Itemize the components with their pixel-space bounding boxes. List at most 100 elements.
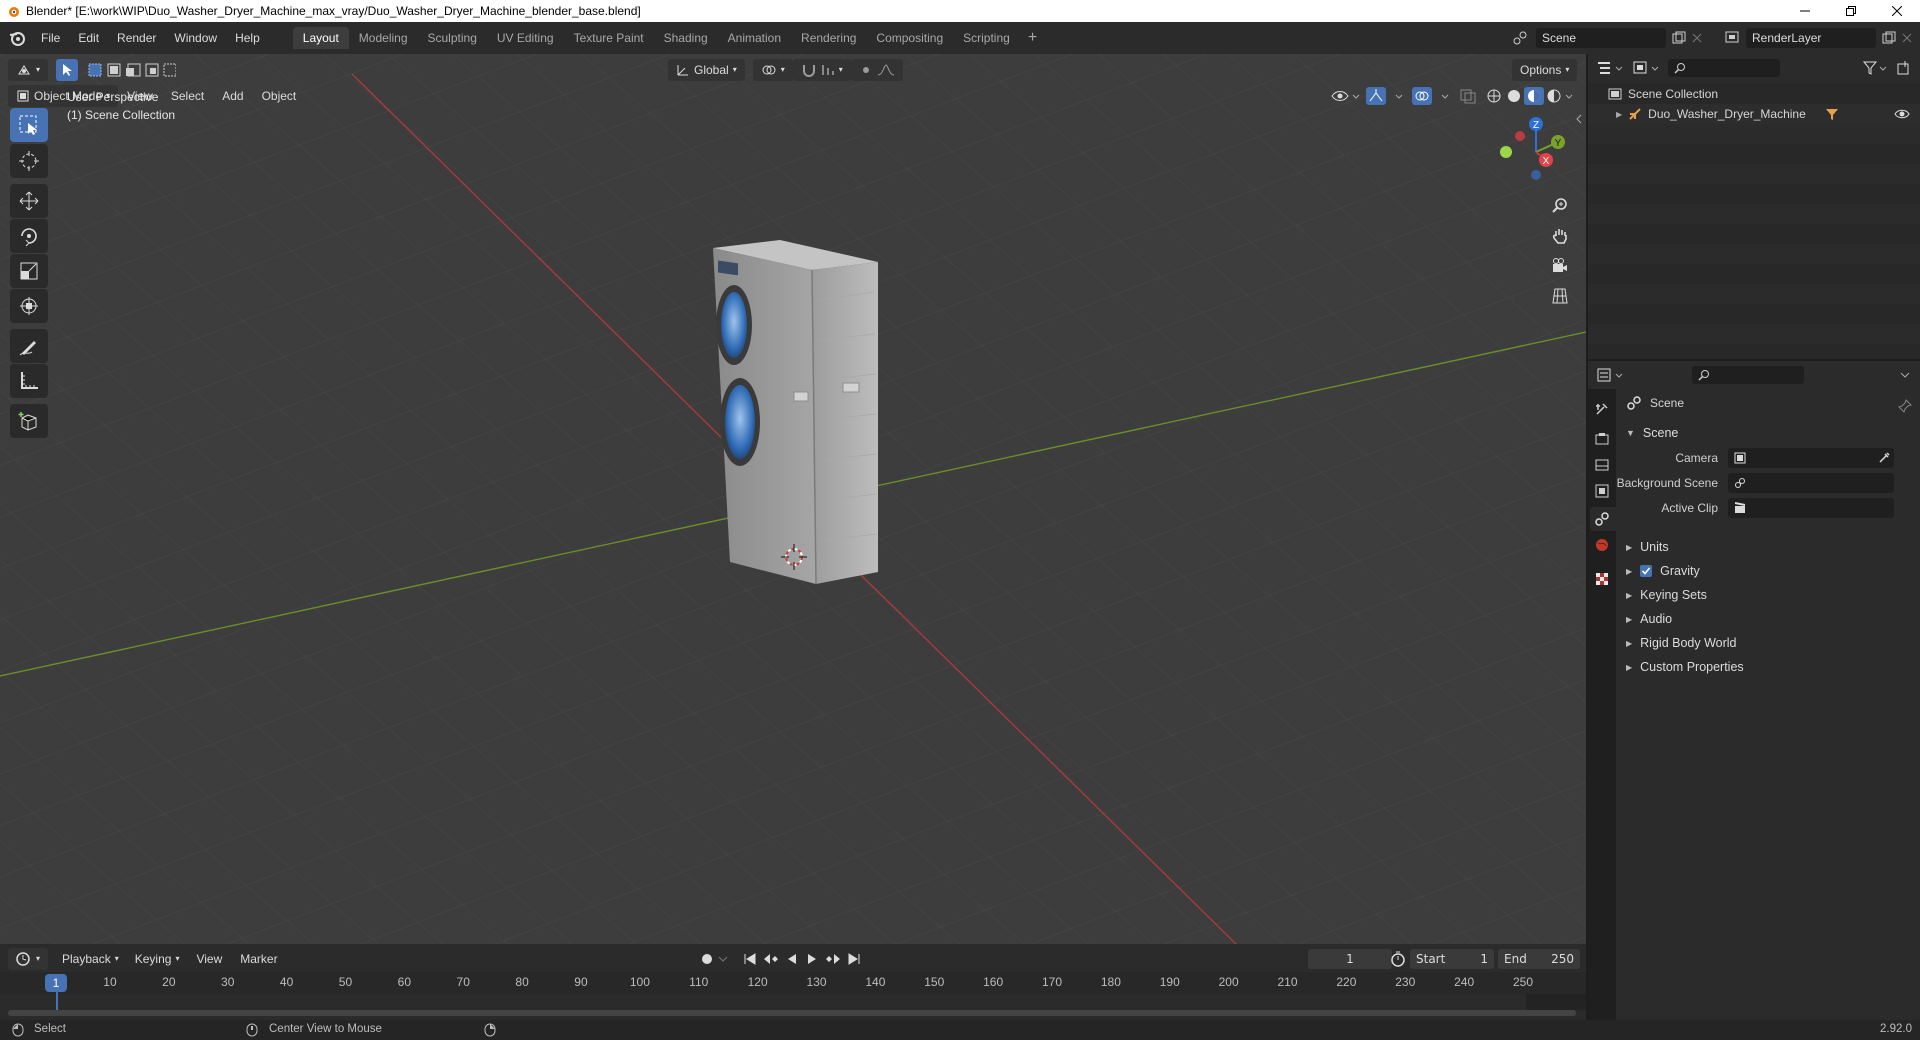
eyedropper-icon[interactable] xyxy=(1878,452,1890,464)
gizmo-neg-z-ball[interactable] xyxy=(1531,170,1541,180)
record-icon[interactable] xyxy=(700,952,714,966)
visibility-eye-icon[interactable] xyxy=(1894,107,1910,121)
proportional-edit-dropdown[interactable] xyxy=(850,59,903,81)
tab-shading[interactable]: Shading xyxy=(654,27,718,49)
panel-keying-sets[interactable]: ▶ Keying Sets xyxy=(1626,583,1707,607)
record-options-chevron-icon[interactable] xyxy=(718,954,728,964)
timeline-marker-menu[interactable]: Marker xyxy=(231,943,286,975)
add-workspace-button[interactable]: + xyxy=(1020,29,1045,47)
visibility-dropdown-icon[interactable] xyxy=(1330,87,1360,105)
xray-toggle-icon[interactable] xyxy=(1458,87,1478,105)
transform-orientation-dropdown[interactable]: Global ▾ xyxy=(668,59,745,81)
play-icon[interactable] xyxy=(804,952,820,966)
menu-help[interactable]: Help xyxy=(226,22,269,54)
pivot-point-dropdown[interactable]: ▾ xyxy=(752,59,793,81)
render-layer-selector[interactable]: RenderLayer xyxy=(1746,28,1876,48)
render-tab-icon[interactable] xyxy=(1594,431,1610,447)
cursor-tool[interactable] xyxy=(10,144,48,178)
jump-start-icon[interactable] xyxy=(742,952,758,966)
selection-mode-icons[interactable] xyxy=(88,62,177,78)
tab-uv-editing[interactable]: UV Editing xyxy=(487,27,564,49)
current-frame-field[interactable]: 1 xyxy=(1308,949,1392,969)
properties-editor-type-icon[interactable] xyxy=(1596,367,1626,383)
snap-dropdown[interactable]: ▾ xyxy=(792,59,851,81)
stopwatch-icon[interactable] xyxy=(1390,951,1406,967)
panel-rigid-body-world[interactable]: ▶ Rigid Body World xyxy=(1626,631,1737,655)
editor-type-button[interactable]: ▾ xyxy=(8,59,49,81)
playback-menu[interactable]: Playback ▾ xyxy=(54,948,127,970)
menu-edit[interactable]: Edit xyxy=(69,22,108,54)
timeline-editor-type-button[interactable]: ▾ xyxy=(8,948,49,970)
transform-tool[interactable] xyxy=(10,289,48,323)
tab-rendering[interactable]: Rendering xyxy=(791,27,866,49)
play-reverse-icon[interactable] xyxy=(784,952,800,966)
gravity-checkbox[interactable] xyxy=(1640,565,1653,577)
camera-view-button[interactable] xyxy=(1546,252,1574,280)
outliner-row-scene-collection[interactable]: Scene Collection xyxy=(1588,84,1920,104)
select-box-tool[interactable] xyxy=(10,108,48,142)
display-mode-icon[interactable] xyxy=(1632,60,1662,76)
background-scene-field[interactable] xyxy=(1728,473,1894,493)
panel-units[interactable]: ▶ Units xyxy=(1626,535,1669,559)
view-layer-icon[interactable] xyxy=(1724,30,1740,46)
sidebar-toggle-icon[interactable] xyxy=(1574,114,1584,124)
tab-animation[interactable]: Animation xyxy=(718,27,791,49)
menu-render[interactable]: Render xyxy=(108,22,165,54)
world-tab-icon[interactable] xyxy=(1594,537,1610,553)
end-frame-field[interactable]: End 250 xyxy=(1498,949,1580,969)
remove-scene-icon[interactable] xyxy=(1692,33,1702,43)
add-cube-tool[interactable] xyxy=(10,404,48,438)
pan-button[interactable] xyxy=(1546,222,1574,250)
minimize-button[interactable] xyxy=(1782,0,1828,22)
panel-custom-properties[interactable]: ▶ Custom Properties xyxy=(1626,655,1744,679)
timeline-scrollbar[interactable] xyxy=(8,1010,1576,1016)
panel-gravity[interactable]: ▶ Gravity xyxy=(1626,559,1700,583)
viewport-menu-object[interactable]: Object xyxy=(253,80,306,112)
restore-button[interactable] xyxy=(1828,0,1874,22)
move-tool[interactable] xyxy=(10,184,48,218)
panel-scene-header[interactable]: ▼ Scene xyxy=(1626,421,1678,445)
prev-keyframe-icon[interactable] xyxy=(762,952,780,966)
gizmo-toggle-icon[interactable] xyxy=(1366,87,1406,105)
tab-layout[interactable]: Layout xyxy=(292,27,349,49)
new-collection-icon[interactable] xyxy=(1896,60,1912,76)
next-keyframe-icon[interactable] xyxy=(824,952,842,966)
timeline-ruler[interactable]: 1102030405060708090100110120130140150160… xyxy=(0,972,1586,994)
pin-icon[interactable] xyxy=(1898,399,1912,413)
timeline-view-menu[interactable]: View xyxy=(187,943,231,975)
tab-scripting[interactable]: Scripting xyxy=(953,27,1020,49)
viewport-menu-add[interactable]: Add xyxy=(213,80,252,112)
3d-viewport[interactable]: ▾ Global ▾ ▾ ▾ Options ▾ Object Mode ▾ View… xyxy=(0,54,1586,944)
active-clip-field[interactable] xyxy=(1728,498,1894,518)
gizmo-neg-y-ball[interactable] xyxy=(1500,146,1512,158)
rotate-tool[interactable] xyxy=(10,219,48,253)
shading-mode-icons[interactable] xyxy=(1484,87,1576,105)
navigation-gizmo[interactable]: Z Y X xyxy=(1490,112,1570,192)
annotate-tool[interactable] xyxy=(10,329,48,363)
scene-icon[interactable] xyxy=(1512,30,1528,46)
camera-field[interactable] xyxy=(1728,448,1894,468)
panel-audio[interactable]: ▶ Audio xyxy=(1626,607,1672,631)
properties-search-input[interactable] xyxy=(1692,366,1804,384)
expand-arrow-icon[interactable]: ▶ xyxy=(1616,110,1622,119)
scale-tool[interactable] xyxy=(10,254,48,288)
new-scene-icon[interactable] xyxy=(1672,31,1686,45)
remove-render-layer-icon[interactable] xyxy=(1902,33,1912,43)
zoom-button[interactable] xyxy=(1546,192,1574,220)
menu-window[interactable]: Window xyxy=(165,22,226,54)
properties-options-chevron-icon[interactable] xyxy=(1900,370,1910,380)
tool-tab-icon[interactable] xyxy=(1594,401,1610,417)
options-dropdown[interactable]: Options ▾ xyxy=(1512,59,1578,81)
scene-selector[interactable]: Scene xyxy=(1536,28,1666,48)
select-tool-button[interactable] xyxy=(56,59,79,81)
outliner-row-object[interactable]: ▶ Duo_Washer_Dryer_Machine xyxy=(1588,104,1920,124)
menu-file[interactable]: File xyxy=(32,22,69,54)
overlay-toggle-icon[interactable] xyxy=(1412,87,1452,105)
keying-menu[interactable]: Keying ▾ xyxy=(127,948,188,970)
tab-modeling[interactable]: Modeling xyxy=(349,27,418,49)
close-button[interactable] xyxy=(1874,0,1920,22)
ortho-toggle-button[interactable] xyxy=(1546,282,1574,310)
tab-compositing[interactable]: Compositing xyxy=(866,27,953,49)
outliner-search-input[interactable] xyxy=(1668,59,1780,77)
gizmo-neg-x-ball[interactable] xyxy=(1515,131,1525,141)
